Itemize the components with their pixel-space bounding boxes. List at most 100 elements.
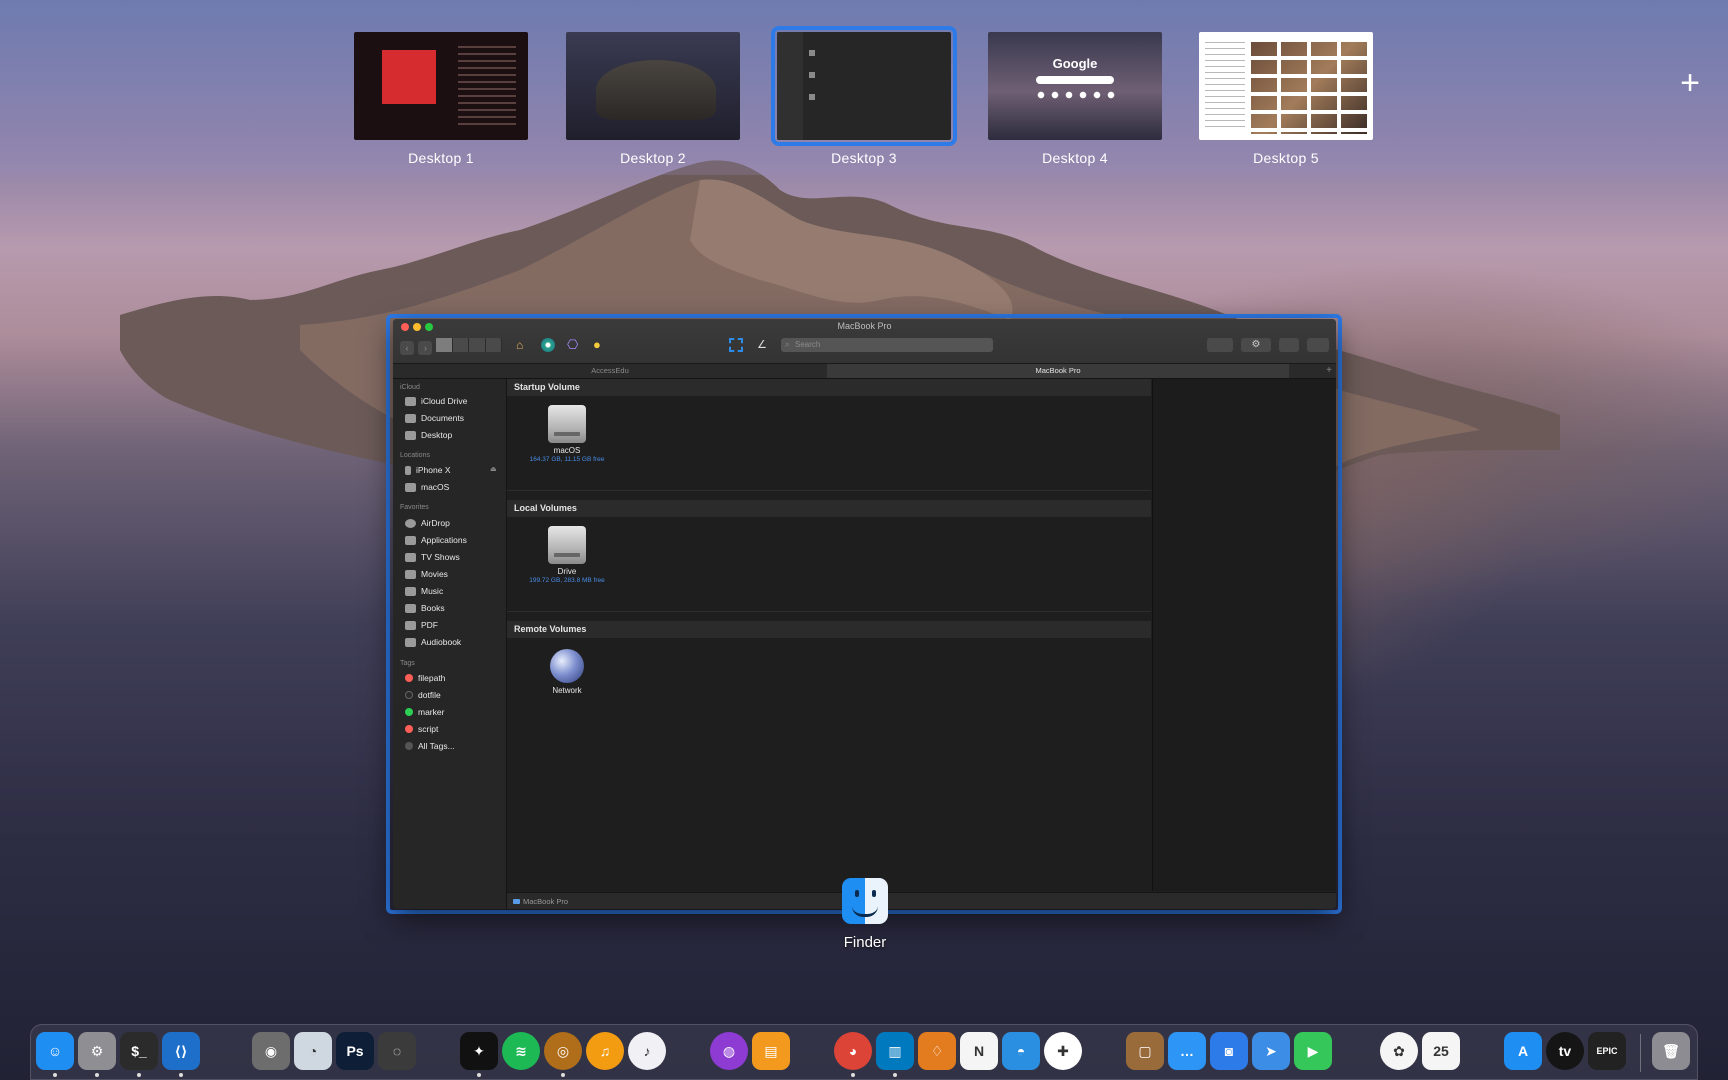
group-header-local: Local Volumes (507, 500, 1151, 517)
sidebar-item-music[interactable]: Music (405, 584, 443, 598)
forward-button[interactable]: › (418, 341, 433, 355)
list-view-button[interactable] (453, 338, 469, 352)
new-tab-button[interactable]: + (1326, 364, 1332, 378)
search-input[interactable]: ⌕ Search (781, 338, 993, 352)
pie-chart-icon[interactable]: ◔ (294, 1032, 332, 1070)
sidebar-item-audiobook[interactable]: Audiobook (405, 635, 461, 649)
selection-icon[interactable] (729, 338, 743, 352)
preview-pane (1152, 379, 1336, 891)
trash-icon[interactable]: 🗑 (1652, 1032, 1690, 1070)
sidebar-item-icloud-drive[interactable]: iCloud Drive (405, 394, 467, 408)
sidebar-item-macos[interactable]: macOS (405, 480, 449, 494)
applications-icon (405, 535, 416, 545)
group-by-button[interactable] (1207, 338, 1233, 352)
sidebar-item-airdrop[interactable]: AirDrop (405, 516, 450, 530)
speaker-icon[interactable]: ◎ (544, 1032, 582, 1070)
gear-icon[interactable]: ⚙ (1241, 338, 1271, 352)
sidebar-item-tag-script[interactable]: script (405, 722, 438, 736)
running-indicator (893, 1073, 897, 1077)
sidebar-item-movies[interactable]: Movies (405, 567, 448, 581)
sourcetree-icon[interactable]: ♢ (918, 1032, 956, 1070)
tab-macbook-pro[interactable]: MacBook Pro (827, 364, 1289, 378)
sidebar-item-tv-shows[interactable]: TV Shows (405, 550, 460, 564)
desktop-4-thumbnail[interactable]: Google Desktop 4 (988, 32, 1162, 166)
slack-icon[interactable]: ✚ (1044, 1032, 1082, 1070)
sidebar-item-documents[interactable]: Documents (405, 411, 464, 425)
search-placeholder: Search (795, 340, 821, 349)
messages-icon[interactable]: … (1168, 1032, 1206, 1070)
spark-icon[interactable]: ➤ (1252, 1032, 1290, 1070)
volume-network[interactable]: Network (517, 649, 617, 695)
gallery-view-button[interactable] (486, 338, 502, 352)
desktop-label: Desktop 4 (1042, 150, 1108, 166)
gauge-icon[interactable]: ◌ (378, 1032, 416, 1070)
folder-icon (405, 586, 416, 596)
folder-icon (405, 620, 416, 630)
share-button[interactable] (1279, 338, 1299, 352)
search-icon: ⌕ (785, 340, 790, 349)
sidebar-item-desktop[interactable]: Desktop (405, 428, 452, 442)
desktop-1-thumbnail[interactable]: Desktop 1 (354, 32, 528, 166)
disk-utility-icon[interactable]: ◉ (252, 1032, 290, 1070)
sidebar-item-all-tags[interactable]: All Tags... (405, 739, 455, 753)
sidebar-item-label: Music (421, 586, 444, 596)
sidebar-item-tag-dotfile[interactable]: dotfile (405, 688, 441, 702)
sidebar-item-label: All Tags... (418, 741, 455, 751)
finder-window[interactable]: MacBook Pro ‹ › ⌂ ⎔ ● ∠ ⌕ Search ⚙ Acces… (393, 319, 1336, 909)
tri-icon[interactable]: ⎔ (567, 338, 581, 352)
news-icon[interactable]: N (960, 1032, 998, 1070)
volume-macos[interactable]: macOS 164.37 GB, 11.15 GB free (517, 405, 617, 463)
sidebar-item-applications[interactable]: Applications (405, 533, 467, 547)
tweetbot-icon[interactable]: ◓ (1002, 1032, 1040, 1070)
tab-accessedu[interactable]: AccessEdu (393, 364, 827, 378)
sidebar-section-locations: Locations (400, 452, 430, 459)
facetime-icon[interactable]: ▶ (1294, 1032, 1332, 1070)
trello-icon[interactable]: ▥ (876, 1032, 914, 1070)
books-icon[interactable]: ▤ (752, 1032, 790, 1070)
desktop-5-thumbnail[interactable]: Desktop 5 (1199, 32, 1373, 166)
notebook-icon[interactable]: ▢ (1126, 1032, 1164, 1070)
appstore-icon[interactable]: A (1504, 1032, 1542, 1070)
back-button[interactable]: ‹ (400, 341, 414, 355)
home-icon[interactable]: ⌂ (516, 338, 530, 352)
desktop-3-thumbnail[interactable]: Desktop 3 (771, 26, 957, 166)
terminal-icon[interactable]: $_ (120, 1032, 158, 1070)
add-desktop-button[interactable]: + (1680, 66, 1700, 100)
gear-icon[interactable]: ⚙ (78, 1032, 116, 1070)
calendar-icon[interactable]: 25 (1422, 1032, 1460, 1070)
sidebar-item-label: Movies (421, 569, 448, 579)
sidebar-item-tag-filepath[interactable]: filepath (405, 671, 445, 685)
finder-icon[interactable]: ☺ (36, 1032, 74, 1070)
path-item[interactable]: MacBook Pro (523, 897, 568, 906)
chat-icon[interactable]: ◙ (1210, 1032, 1248, 1070)
desktop-label: Desktop 5 (1253, 150, 1319, 166)
audio-icon[interactable]: ♫ (586, 1032, 624, 1070)
toolbar: MacBook Pro ‹ › ⌂ ⎔ ● ∠ ⌕ Search ⚙ (393, 319, 1336, 364)
spotify-icon[interactable]: ≋ (502, 1032, 540, 1070)
volume-name: macOS (553, 446, 581, 455)
chrome-icon[interactable]: ◕ (834, 1032, 872, 1070)
music-icon[interactable]: ♪ (628, 1032, 666, 1070)
sidebar-item-books[interactable]: Books (405, 601, 445, 615)
podcasts-icon[interactable]: ◍ (710, 1032, 748, 1070)
disc-icon[interactable] (541, 338, 555, 352)
sidebar-item-pdf[interactable]: PDF (405, 618, 438, 632)
tv-icon[interactable]: tv (1546, 1032, 1584, 1070)
desktop-2-preview (566, 32, 740, 140)
vscode-icon[interactable]: ⟨⟩ (162, 1032, 200, 1070)
tidal-icon[interactable]: ✦ (460, 1032, 498, 1070)
tag-button[interactable] (1307, 338, 1329, 352)
photoshop-icon[interactable]: Ps (336, 1032, 374, 1070)
bulb-icon[interactable]: ● (593, 338, 607, 352)
view-switcher[interactable] (436, 338, 502, 352)
eject-icon[interactable]: ⏏ (490, 465, 497, 473)
column-view-button[interactable] (469, 338, 486, 352)
epic-games-icon[interactable]: EPIC (1588, 1032, 1626, 1070)
icon-view-button[interactable] (436, 338, 453, 352)
sidebar-item-iphone-x[interactable]: iPhone X (405, 463, 451, 477)
photos-icon[interactable]: ✿ (1380, 1032, 1418, 1070)
angle-icon[interactable]: ∠ (757, 338, 771, 352)
desktop-2-thumbnail[interactable]: Desktop 2 (566, 32, 740, 166)
sidebar-item-tag-marker[interactable]: marker (405, 705, 444, 719)
volume-drive[interactable]: Drive 199.72 GB, 283.8 MB free (517, 526, 617, 584)
